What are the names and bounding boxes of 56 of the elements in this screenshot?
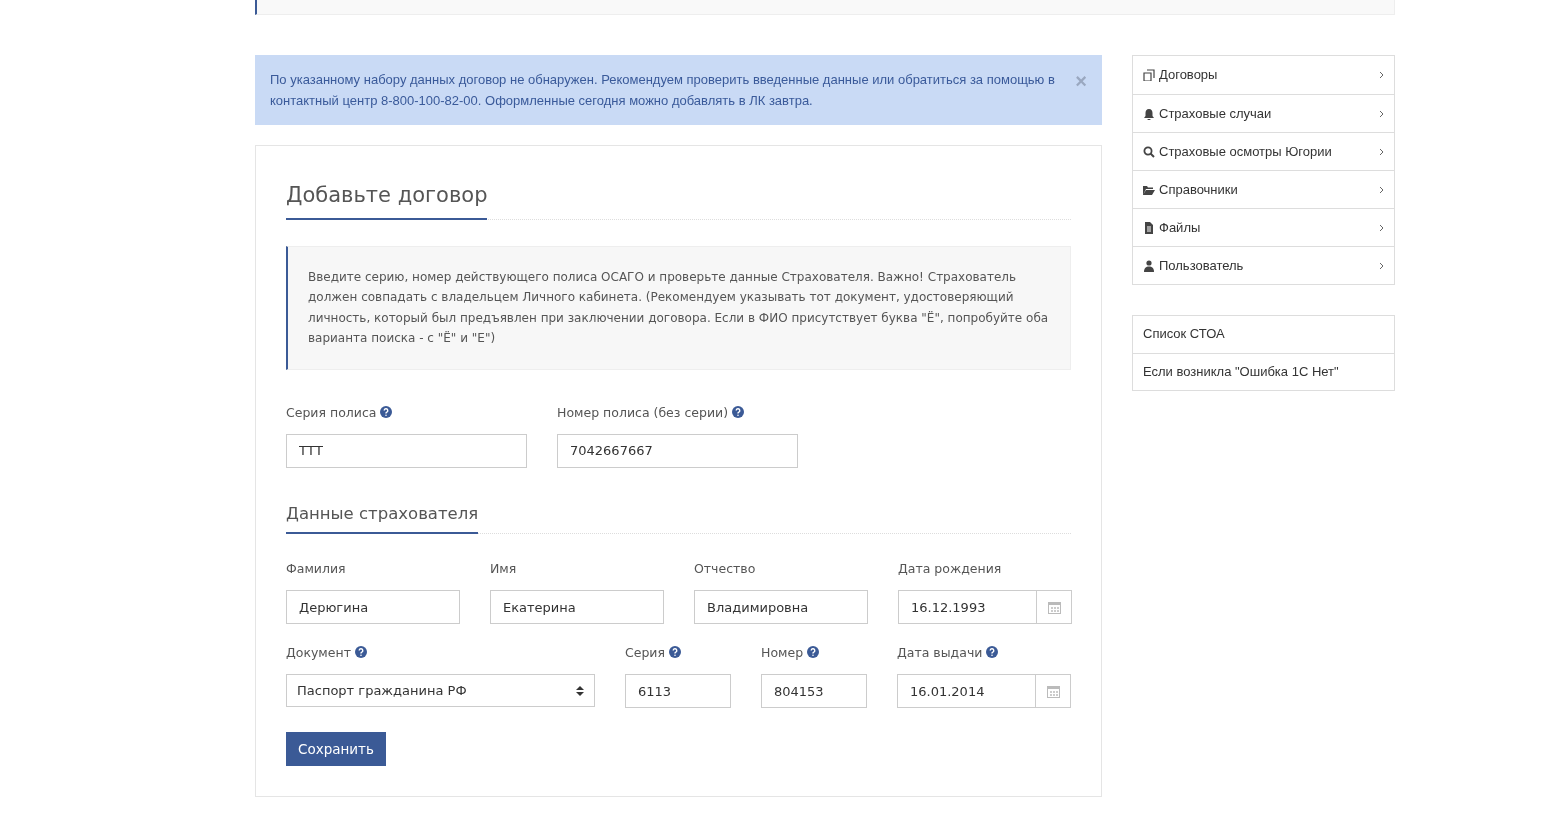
file-icon bbox=[1143, 221, 1155, 234]
info-note: Введите серию, номер действующего полиса ОСАГО и проверьте данные Страхователя. Важно! Страхователь должен совпадать с владельцем Личного кабинета. (Рекомендуем указывать тот документ, удостоверяющий личность, который был предъявлен при заключении договора. Если в ФИО присутствует буква "Ё", попробуйте оба варианта поиска - с "Ё" и "Е") bbox=[286, 245, 1071, 370]
help-icon bbox=[807, 646, 820, 659]
field-label: Номер bbox=[761, 645, 804, 661]
chevron-icon bbox=[1379, 147, 1384, 156]
sidebar-item[interactable]: Файлы bbox=[1133, 208, 1394, 246]
help-icon bbox=[380, 405, 393, 418]
field-label: Серия bbox=[625, 645, 665, 661]
sort-icon bbox=[576, 684, 584, 697]
sidebar-link[interactable]: Список СТОА bbox=[1133, 316, 1394, 353]
help-icon bbox=[986, 646, 999, 659]
calendar-icon bbox=[1046, 684, 1060, 698]
field-label: Серия полиса bbox=[286, 404, 377, 420]
field-label: Отчество bbox=[694, 561, 756, 577]
section-title: Данные страхователя bbox=[286, 501, 479, 535]
select-field[interactable]: Паспорт гражданина РФ bbox=[286, 674, 595, 708]
bell-icon bbox=[1143, 107, 1155, 120]
user-icon bbox=[1143, 259, 1155, 272]
search-icon bbox=[1143, 145, 1155, 158]
calendar-icon bbox=[1047, 600, 1061, 614]
input-field[interactable]: ТТТ bbox=[286, 433, 527, 468]
help-icon bbox=[732, 405, 745, 418]
chevron-icon bbox=[1379, 71, 1384, 79]
input-field[interactable]: Владимировна bbox=[694, 590, 868, 625]
sidebar-item[interactable]: Страховые случаи bbox=[1133, 94, 1394, 132]
sidebar-item[interactable]: Справочники bbox=[1133, 170, 1394, 208]
field-label: Фамилия bbox=[286, 561, 346, 577]
calendar-button[interactable] bbox=[1037, 590, 1072, 625]
help-icon bbox=[669, 646, 681, 659]
input-field[interactable]: 7042667667 bbox=[557, 433, 798, 468]
chevron-icon bbox=[1379, 109, 1384, 118]
save-button[interactable]: Сохранить bbox=[286, 732, 386, 767]
date-field[interactable]: 16.12.1993 bbox=[898, 590, 1037, 625]
field-label: Дата рождения bbox=[898, 561, 1002, 577]
input-field[interactable]: Дерюгина bbox=[286, 590, 460, 625]
field-label: Дата выдачи bbox=[897, 645, 983, 661]
field-label: Номер полиса (без серии) bbox=[557, 404, 729, 420]
chevron-icon bbox=[1379, 261, 1384, 270]
sidebar-item[interactable]: Страховые осмотры Югории bbox=[1133, 132, 1394, 170]
input-field[interactable]: 804153 bbox=[761, 674, 867, 709]
sidebar-link[interactable]: Если возникла "Ошибка 1С Нет" bbox=[1133, 353, 1394, 390]
chevron-icon bbox=[1379, 223, 1384, 232]
copy-icon bbox=[1143, 69, 1155, 81]
folder-icon bbox=[1143, 183, 1155, 196]
calendar-button[interactable] bbox=[1036, 674, 1071, 709]
chevron-icon bbox=[1379, 185, 1384, 194]
input-field[interactable]: Екатерина bbox=[490, 590, 664, 625]
date-field[interactable]: 16.01.2014 bbox=[897, 674, 1036, 709]
sidebar-item[interactable]: Пользователь bbox=[1133, 246, 1394, 284]
sidebar-item[interactable]: Договоры bbox=[1133, 56, 1394, 94]
alert-message: По указанному набору данных договор не обнаружен. Рекомендуем проверить введенные данные или обратиться за помощью в контактный центр 8-800-100-82-00. Оформленные сегодня можно добавлять в ЛК завтра. bbox=[270, 71, 1056, 110]
form-title: Добавьте договор bbox=[286, 180, 488, 220]
field-label: Имя bbox=[490, 561, 517, 577]
field-label: Документ bbox=[286, 645, 351, 661]
input-field[interactable]: 6113 bbox=[625, 674, 731, 709]
help-icon bbox=[354, 646, 367, 659]
